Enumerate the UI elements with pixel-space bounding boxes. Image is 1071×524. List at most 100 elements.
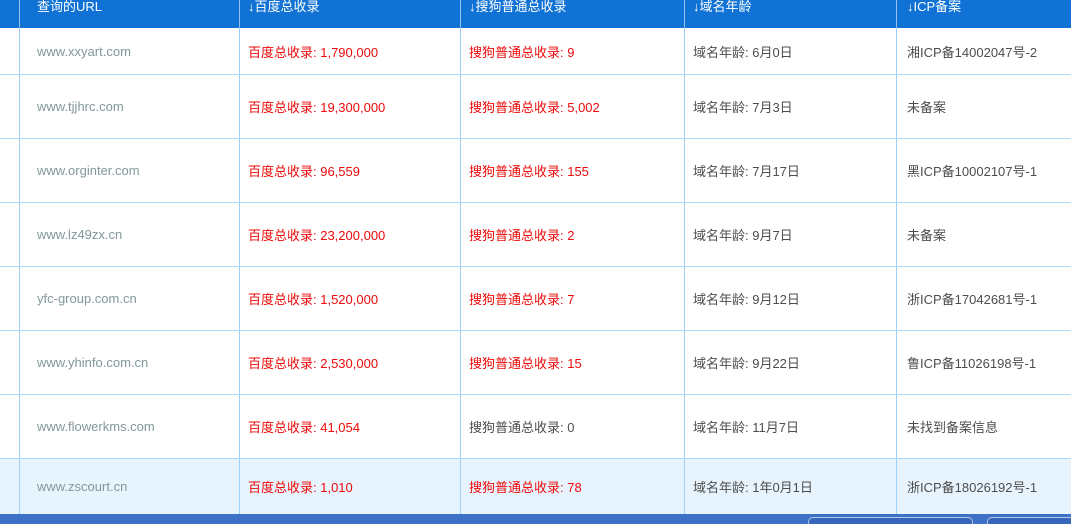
baidu-index-count: 百度总收录: 1,790,000 (248, 44, 379, 60)
icp-record: 未备案 (907, 228, 947, 243)
baidu-index-count: 百度总收录: 96,559 (248, 164, 360, 179)
sogou-index-count: 搜狗普通总收录: 7 (469, 292, 575, 307)
sogou-index-count: 搜狗普通总收录: 9 (469, 44, 575, 60)
bottom-toolbar-bar (0, 514, 1071, 524)
baidu-index-cell: 百度总收录: 41,054 (240, 395, 461, 458)
sogou-index-cell: 搜狗普通总收录: 0 (461, 395, 685, 458)
baidu-index-count: 百度总收录: 1,520,000 (248, 292, 379, 307)
table-row: yfc-group.com.cn 百度总收录: 1,520,000 搜狗普通总收… (0, 267, 1071, 331)
sogou-index-cell: 搜狗普通总收录: 78 (461, 459, 685, 514)
baidu-index-cell: 百度总收录: 1,790,000 (240, 28, 461, 74)
sogou-index-cell: 搜狗普通总收录: 9 (461, 28, 685, 74)
column-header-domain-age-label: ↓域名年龄 (693, 0, 752, 14)
queried-url[interactable]: www.tjjhrc.com (37, 99, 124, 114)
queried-url-cell: www.flowerkms.com (20, 395, 240, 458)
baidu-index-cell: 百度总收录: 2,530,000 (240, 331, 461, 394)
sogou-index-cell: 搜狗普通总收录: 7 (461, 267, 685, 330)
icp-record: 浙ICP备17042681号-1 (907, 292, 1038, 307)
queried-url[interactable]: www.flowerkms.com (37, 419, 155, 434)
icp-record-cell: 未找到备案信息 (897, 395, 1071, 458)
icp-record-cell: 未备案 (897, 75, 1071, 138)
row-spacer-cell (0, 203, 20, 266)
queried-url[interactable]: yfc-group.com.cn (37, 291, 137, 306)
table-row: www.zscourt.cn 百度总收录: 1,010 搜狗普通总收录: 78 … (0, 459, 1071, 514)
domain-age-cell: 域名年龄: 6月0日 (685, 28, 897, 74)
sogou-index-count: 搜狗普通总收录: 155 (469, 164, 589, 179)
icp-record: 黑ICP备10002107号-1 (907, 164, 1038, 179)
sogou-index-cell: 搜狗普通总收录: 2 (461, 203, 685, 266)
domain-age: 域名年龄: 7月3日 (693, 100, 793, 115)
sogou-index-count: 搜狗普通总收录: 2 (469, 228, 575, 243)
table-row: www.lz49zx.cn 百度总收录: 23,200,000 搜狗普通总收录:… (0, 203, 1071, 267)
icp-record-cell: 鲁ICP备11026198号-1 (897, 331, 1071, 394)
queried-url-cell: www.tjjhrc.com (20, 75, 240, 138)
column-header-icp-sort[interactable]: ↓ICP备案 (897, 0, 1071, 28)
sogou-index-cell: 搜狗普通总收录: 155 (461, 139, 685, 202)
sogou-index-count: 搜狗普通总收录: 78 (469, 480, 582, 495)
domain-age: 域名年龄: 9月7日 (693, 228, 793, 243)
table-body: www.xxyart.com 百度总收录: 1,790,000 搜狗普通总收录:… (0, 28, 1071, 514)
baidu-index-count: 百度总收录: 1,010 (248, 480, 353, 495)
queried-url[interactable]: www.zscourt.cn (37, 479, 127, 494)
domain-age: 域名年龄: 7月17日 (693, 164, 800, 179)
column-header-baidu-sort[interactable]: ↓百度总收录 (240, 0, 461, 28)
queried-url-cell: www.xxyart.com (20, 28, 240, 74)
icp-record-cell: 未备案 (897, 203, 1071, 266)
table-row: www.flowerkms.com 百度总收录: 41,054 搜狗普通总收录:… (0, 395, 1071, 459)
domain-query-results-screen: 查询的URL ↓百度总收录 ↓搜狗普通总收录 ↓域名年龄 ↓ICP备案 www.… (0, 0, 1071, 524)
baidu-index-count: 百度总收录: 19,300,000 (248, 100, 386, 115)
queried-url-cell: yfc-group.com.cn (20, 267, 240, 330)
header-spacer-cell (0, 0, 20, 28)
column-header-sogou-sort[interactable]: ↓搜狗普通总收录 (461, 0, 685, 28)
queried-url-cell: www.orginter.com (20, 139, 240, 202)
table-header-row: 查询的URL ↓百度总收录 ↓搜狗普通总收录 ↓域名年龄 ↓ICP备案 (0, 0, 1071, 28)
domain-age-cell: 域名年龄: 9月7日 (685, 203, 897, 266)
icp-record: 湘ICP备14002047号-2 (907, 44, 1038, 60)
row-spacer-cell (0, 459, 20, 514)
domain-age: 域名年龄: 6月0日 (693, 44, 793, 60)
baidu-index-cell: 百度总收录: 1,520,000 (240, 267, 461, 330)
sogou-index-cell: 搜狗普通总收录: 5,002 (461, 75, 685, 138)
column-header-icp-label: ↓ICP备案 (907, 0, 962, 14)
row-spacer-cell (0, 267, 20, 330)
table-row: www.xxyart.com 百度总收录: 1,790,000 搜狗普通总收录:… (0, 28, 1071, 75)
icp-record: 浙ICP备18026192号-1 (907, 480, 1038, 495)
baidu-index-cell: 百度总收录: 1,010 (240, 459, 461, 514)
icp-record-cell: 湘ICP备14002047号-2 (897, 28, 1071, 74)
row-spacer-cell (0, 395, 20, 458)
sogou-index-cell: 搜狗普通总收录: 15 (461, 331, 685, 394)
table-row: www.orginter.com 百度总收录: 96,559 搜狗普通总收录: … (0, 139, 1071, 203)
toolbar-button-right[interactable] (987, 517, 1071, 524)
domain-age-cell: 域名年龄: 9月12日 (685, 267, 897, 330)
column-header-sogou-label: ↓搜狗普通总收录 (469, 0, 567, 14)
sogou-index-count: 搜狗普通总收录: 15 (469, 356, 582, 371)
baidu-index-count: 百度总收录: 41,054 (248, 420, 360, 435)
queried-url-cell: www.lz49zx.cn (20, 203, 240, 266)
domain-age: 域名年龄: 1年0月1日 (693, 480, 813, 495)
column-header-baidu-label: ↓百度总收录 (248, 0, 320, 14)
icp-record: 未备案 (907, 100, 947, 115)
row-spacer-cell (0, 75, 20, 138)
table-row: www.tjjhrc.com 百度总收录: 19,300,000 搜狗普通总收录… (0, 75, 1071, 139)
icp-record: 未找到备案信息 (907, 420, 999, 435)
queried-url[interactable]: www.yhinfo.com.cn (37, 355, 148, 370)
row-spacer-cell (0, 139, 20, 202)
baidu-index-cell: 百度总收录: 96,559 (240, 139, 461, 202)
domain-age-cell: 域名年龄: 7月3日 (685, 75, 897, 138)
queried-url[interactable]: www.orginter.com (37, 163, 140, 178)
column-header-url-label: 查询的URL (37, 0, 103, 14)
baidu-index-count: 百度总收录: 2,530,000 (248, 356, 379, 371)
baidu-index-cell: 百度总收录: 23,200,000 (240, 203, 461, 266)
column-header-domain-age-sort[interactable]: ↓域名年龄 (685, 0, 897, 28)
sogou-index-count: 搜狗普通总收录: 0 (469, 420, 575, 435)
domain-age-cell: 域名年龄: 1年0月1日 (685, 459, 897, 514)
queried-url[interactable]: www.xxyart.com (37, 44, 131, 59)
icp-record-cell: 浙ICP备17042681号-1 (897, 267, 1071, 330)
domain-age-cell: 域名年龄: 9月22日 (685, 331, 897, 394)
queried-url[interactable]: www.lz49zx.cn (37, 227, 122, 242)
domain-age-cell: 域名年龄: 7月17日 (685, 139, 897, 202)
domain-age-cell: 域名年龄: 11月7日 (685, 395, 897, 458)
toolbar-button-left[interactable] (808, 517, 973, 524)
domain-age: 域名年龄: 9月12日 (693, 292, 800, 307)
icp-record-cell: 黑ICP备10002107号-1 (897, 139, 1071, 202)
